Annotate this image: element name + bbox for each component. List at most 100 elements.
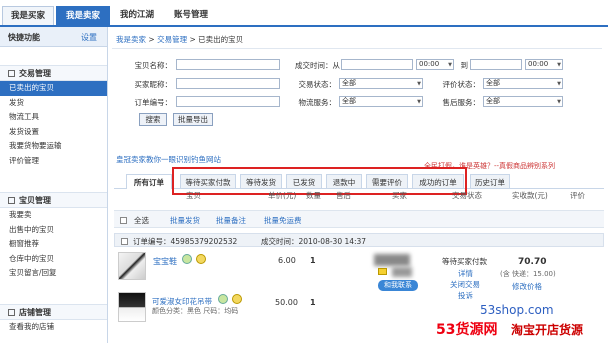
logistics-select[interactable]: 全部 bbox=[339, 96, 423, 107]
sidebar-item-on-sale[interactable]: 出售中的宝贝 bbox=[0, 223, 107, 238]
item1-price: 6.00 bbox=[278, 256, 296, 265]
select-all-checkbox[interactable] bbox=[120, 215, 127, 224]
time-from-select[interactable]: 00:00 bbox=[416, 59, 454, 70]
breadcrumb-seller[interactable]: 我是卖家 bbox=[116, 35, 146, 44]
sidebar-item-rating[interactable]: 评价管理 bbox=[0, 154, 107, 169]
trade-status-text: 等待买家付款 bbox=[442, 257, 487, 266]
sidebar-item-ship[interactable]: 发货 bbox=[0, 96, 107, 111]
order-tab-history[interactable]: 历史订单 bbox=[470, 174, 510, 189]
trade-status-select[interactable]: 全部 bbox=[339, 78, 423, 89]
sidebar-item-showcase[interactable]: 橱窗推荐 bbox=[0, 237, 107, 252]
watermark-site: 53shop.com bbox=[480, 303, 554, 317]
order-header: 订单编号：45985379202532 成交时间：2010-08-30 14:3… bbox=[114, 233, 604, 247]
aftersale-select[interactable]: 全部 bbox=[483, 96, 563, 107]
label-order-no: 订单编号： bbox=[134, 98, 173, 107]
item2-attributes: 颜色分类：黑色 尺码：均码 bbox=[152, 307, 239, 315]
breadcrumb-current: 已卖出的宝贝 bbox=[198, 35, 244, 44]
quick-setting-link[interactable]: 设置 bbox=[81, 32, 97, 43]
close-trade-link[interactable]: 关闭交易 bbox=[450, 279, 480, 290]
sidebar-item-sold[interactable]: 已卖出的宝贝 bbox=[0, 81, 107, 96]
watermark-slogan: 淘宝开店货源 bbox=[511, 323, 584, 337]
breadcrumb-trade[interactable]: 交易管理 bbox=[157, 35, 187, 44]
tab-seller[interactable]: 我是卖家 bbox=[56, 6, 110, 26]
promo-link-phishing[interactable]: 皇冠卖家教你一眼识别钓鱼网站 bbox=[116, 154, 221, 165]
col-qty: 数量 bbox=[306, 191, 321, 200]
item1-qty: 1 bbox=[310, 256, 316, 265]
buyer-input[interactable] bbox=[176, 78, 280, 89]
col-item: 宝贝 bbox=[186, 191, 201, 200]
label-to: 到 bbox=[460, 61, 469, 70]
top-navigation: 我是买家 我是卖家 我的江湖 账号管理 bbox=[0, 0, 608, 26]
section-shop: 店铺管理 查看我的店铺 bbox=[0, 304, 107, 335]
contact-me-button[interactable]: 和我联系 bbox=[378, 280, 418, 291]
bulk-actions-bar: 全选 批量发货 批量备注 批量免运费 bbox=[114, 210, 604, 228]
tab-account[interactable]: 账号管理 bbox=[164, 6, 218, 26]
col-aftersale: 售后 bbox=[336, 191, 351, 200]
item2-thumbnail[interactable] bbox=[118, 292, 146, 322]
section-items: 宝贝管理 我要卖 出售中的宝贝 橱窗推荐 仓库中的宝贝 宝贝留言/回复 bbox=[0, 192, 107, 281]
search-button[interactable]: 搜索 bbox=[139, 113, 167, 126]
section-trade: 交易管理 已卖出的宝贝 发货 物流工具 发货设置 我要货物要运输 评价管理 bbox=[0, 65, 107, 168]
modify-price-link[interactable]: 修改价格 bbox=[512, 281, 542, 292]
label-trade-time: 成交时间：从 bbox=[295, 61, 340, 70]
item-name-input[interactable] bbox=[176, 59, 280, 70]
watermark-brand: 53货源网 bbox=[436, 322, 498, 338]
item1-badge-icon bbox=[182, 254, 192, 264]
time-to-date[interactable] bbox=[470, 59, 522, 70]
tab-buyer[interactable]: 我是买家 bbox=[2, 6, 54, 26]
label-trade-status: 交易状态： bbox=[298, 80, 337, 89]
section-title-items[interactable]: 宝贝管理 bbox=[0, 192, 107, 208]
buyer-message-icon[interactable] bbox=[378, 268, 387, 275]
item2-price: 50.00 bbox=[275, 298, 298, 307]
sidebar-item-warehouse[interactable]: 仓库中的宝贝 bbox=[0, 252, 107, 267]
total-amount: 70.70 bbox=[518, 257, 547, 267]
batch-free-shipping-link[interactable]: 批量免运费 bbox=[264, 215, 302, 226]
quick-title: 快捷功能 bbox=[8, 33, 40, 42]
time-from-date[interactable] bbox=[341, 59, 413, 70]
label-logistics: 物流服务： bbox=[298, 98, 337, 107]
rate-status-select[interactable]: 全部 bbox=[483, 78, 563, 89]
label-buyer: 买家昵称： bbox=[134, 80, 173, 89]
item1-thumbnail[interactable] bbox=[118, 252, 146, 280]
breadcrumb: 我是卖家 > 交易管理 > 已卖出的宝贝 bbox=[112, 31, 602, 49]
col-rating: 评价 bbox=[570, 191, 585, 200]
section-title-shop[interactable]: 店铺管理 bbox=[0, 304, 107, 320]
sidebar-item-logistics[interactable]: 物流工具 bbox=[0, 110, 107, 125]
breadcrumb-sep: > bbox=[148, 35, 155, 44]
sidebar: 快捷功能 设置 交易管理 已卖出的宝贝 发货 物流工具 发货设置 我要货物要运输… bbox=[0, 27, 108, 343]
label-rate-status: 评价状态： bbox=[442, 80, 481, 89]
sidebar-item-view-shop[interactable]: 查看我的店铺 bbox=[0, 320, 107, 335]
buyer-name-redacted bbox=[374, 254, 410, 266]
batch-ship-link[interactable]: 批量发货 bbox=[170, 215, 200, 226]
order-time: 成交时间：2010-08-30 14:37 bbox=[261, 237, 367, 246]
sidebar-item-messages[interactable]: 宝贝留言/回复 bbox=[0, 266, 107, 281]
order-no-input[interactable] bbox=[176, 96, 280, 107]
label-item-name: 宝贝名称： bbox=[134, 61, 173, 70]
select-all-label[interactable]: 全选 bbox=[134, 215, 149, 226]
item1-flower-icon bbox=[196, 254, 206, 264]
detail-link[interactable]: 详情 bbox=[458, 268, 473, 279]
sidebar-item-transport[interactable]: 我要货物要运输 bbox=[0, 139, 107, 154]
shipping-fee: (含 快递：15.00) bbox=[500, 270, 556, 278]
complain-link[interactable]: 投诉 bbox=[458, 290, 473, 301]
col-price: 单价(元) bbox=[268, 191, 297, 200]
order-tab-all[interactable]: 所有订单 bbox=[126, 174, 172, 189]
col-buyer: 买家 bbox=[392, 191, 407, 200]
quick-functions: 快捷功能 设置 bbox=[0, 27, 107, 47]
order-number: 订单编号：45985379202532 bbox=[133, 237, 238, 246]
order-checkbox[interactable] bbox=[121, 236, 128, 245]
tab-jianghu[interactable]: 我的江湖 bbox=[112, 6, 162, 26]
item2-name[interactable]: 可爱淑女印花吊带 bbox=[152, 296, 212, 307]
item2-badge-icon bbox=[218, 294, 228, 304]
label-aftersale: 售后服务： bbox=[442, 98, 481, 107]
section-title-trade[interactable]: 交易管理 bbox=[0, 65, 107, 81]
item1-name[interactable]: 宝宝鞋 bbox=[153, 256, 177, 267]
export-button[interactable]: 批量导出 bbox=[173, 113, 213, 126]
item2-flower-icon bbox=[232, 294, 242, 304]
sidebar-item-sell[interactable]: 我要卖 bbox=[0, 208, 107, 223]
column-header: 宝贝 单价(元) 数量 售后 买家 交易状态 实收款(元) 评价 bbox=[114, 190, 604, 203]
col-trade-status: 交易状态 bbox=[452, 191, 482, 200]
batch-note-link[interactable]: 批量备注 bbox=[216, 215, 246, 226]
time-to-select[interactable]: 00:00 bbox=[525, 59, 563, 70]
sidebar-item-ship-settings[interactable]: 发货设置 bbox=[0, 125, 107, 140]
